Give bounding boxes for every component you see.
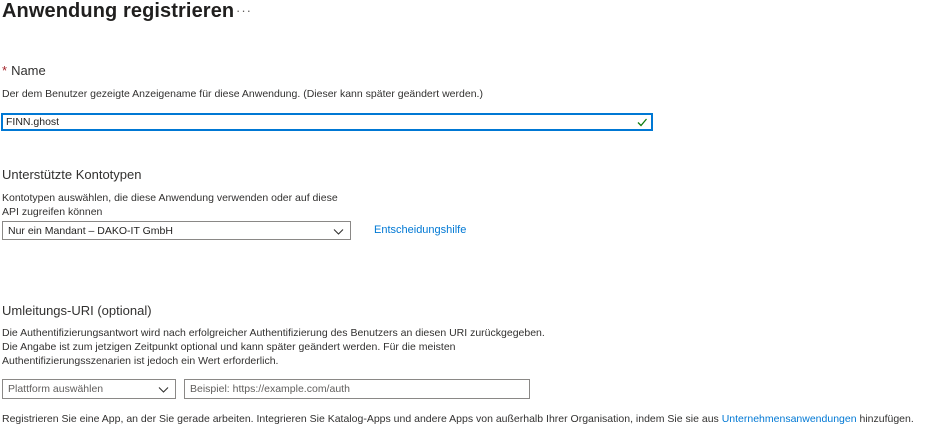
footer-note: Registrieren Sie eine App, an der Sie ge… [2, 412, 914, 426]
enterprise-applications-link[interactable]: Unternehmensanwendungen [722, 413, 857, 425]
redirect-uri-description-line2: Die Angabe ist zum jetzigen Zeitpunkt op… [2, 341, 456, 353]
name-description: Der dem Benutzer gezeigte Anzeigename fü… [2, 88, 483, 100]
name-label: * Name [2, 63, 46, 78]
redirect-uri-input[interactable] [184, 379, 530, 399]
redirect-uri-description-line1: Die Authentifizierungsantwort wird nach … [2, 327, 545, 339]
chevron-down-icon [158, 387, 169, 393]
account-types-label: Unterstützte Kontotypen [2, 167, 142, 182]
account-types-selected: Nur ein Mandant – DAKO-IT GmbH [8, 225, 173, 237]
name-label-text: Name [11, 63, 46, 78]
account-types-dropdown[interactable]: Nur ein Mandant – DAKO-IT GmbH [2, 221, 351, 240]
account-types-description-line1: Kontotypen auswählen, die diese Anwendun… [2, 192, 338, 204]
register-application-page: Anwendung registrieren ··· * Name Der dem… [0, 0, 945, 446]
more-options-icon[interactable]: ··· [236, 3, 252, 18]
redirect-uri-description-line3: Authentifizierungsszenarien ist jedoch e… [2, 355, 279, 367]
platform-dropdown[interactable]: Plattform auswählen [2, 379, 176, 399]
page-title: Anwendung registrieren [2, 0, 235, 22]
checkmark-icon [637, 118, 647, 127]
account-types-description-line2: API zugreifen können [2, 206, 103, 218]
platform-placeholder: Plattform auswählen [8, 383, 104, 395]
footer-text-after: hinzufügen. [856, 413, 914, 425]
chevron-down-icon [333, 229, 344, 235]
name-input[interactable] [1, 113, 653, 131]
footer-text-before: Registrieren Sie eine App, an der Sie ge… [2, 413, 722, 425]
redirect-uri-label: Umleitungs-URI (optional) [2, 303, 152, 318]
required-marker: * [2, 63, 8, 78]
decision-help-link[interactable]: Entscheidungshilfe [374, 224, 466, 236]
